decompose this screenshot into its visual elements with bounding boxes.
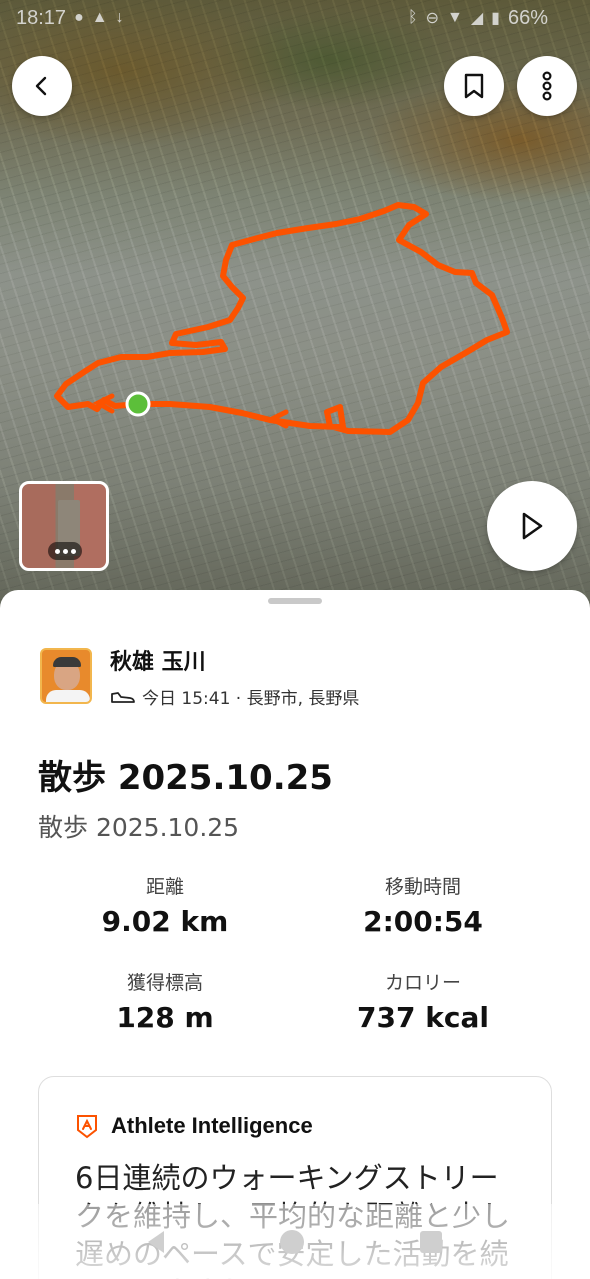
wifi-icon: ▼: [447, 9, 463, 26]
activity-description: 散歩 2025.10.25: [38, 813, 240, 842]
athlete-intelligence-icon: [77, 1115, 97, 1139]
status-bar: 18:17 ● ▲ ↓ ᛒ ⊖ ▼ ◢ ▮ 66%: [0, 0, 590, 36]
photo-count-indicator: [48, 542, 82, 560]
ai-card-title: Athlete Intelligence: [111, 1113, 313, 1138]
avatar-hair: [53, 657, 81, 667]
signal-icon: ◢: [470, 10, 484, 27]
bookmark-button[interactable]: [444, 56, 504, 116]
athlete-header[interactable]: 秋雄 玉川 今日 15:41 · 長野市, 長野県: [40, 648, 359, 709]
stat-elevation-gain: 獲得標高 128 m: [40, 968, 290, 1034]
stat-distance: 距離 9.02 km: [40, 872, 290, 938]
activity-meta-text: 今日 15:41 · 長野市, 長野県: [142, 689, 360, 709]
warning-icon: ▲: [91, 9, 108, 26]
route-map[interactable]: 18:17 ● ▲ ↓ ᛒ ⊖ ▼ ◢ ▮ 66%: [0, 0, 590, 610]
alert-icon: ●: [74, 9, 84, 26]
bluetooth-icon: ᛒ: [407, 9, 418, 26]
stat-label: 距離: [145, 876, 184, 898]
stat-value: 128 m: [116, 1001, 214, 1034]
avatar-shirt: [46, 690, 90, 702]
sheet-drag-handle[interactable]: [268, 598, 322, 604]
activity-route: [54, 202, 510, 435]
nav-home-icon[interactable]: [280, 1229, 304, 1254]
athlete-info: 秋雄 玉川 今日 15:41 · 長野市, 長野県: [110, 648, 359, 709]
stat-label: 移動時間: [384, 876, 461, 898]
stat-calories: カロリー 737 kcal: [298, 968, 548, 1034]
stat-value: 2:00:54: [363, 905, 483, 938]
nav-back-icon[interactable]: [148, 1230, 164, 1253]
ai-card-header: Athlete Intelligence: [75, 1113, 313, 1139]
dnd-icon: ⊖: [425, 10, 439, 27]
stat-value: 9.02 km: [101, 905, 229, 938]
download-icon: ↓: [115, 9, 124, 26]
athlete-name[interactable]: 秋雄 玉川: [110, 648, 359, 678]
stat-label: 獲得標高: [126, 972, 203, 994]
bookmark-icon: [464, 73, 484, 99]
stat-label: カロリー: [384, 972, 461, 994]
stat-value: 737 kcal: [357, 1001, 489, 1034]
battery-icon: ▮: [491, 10, 500, 27]
stat-moving-time: 移動時間 2:00:54: [298, 872, 548, 938]
more-options-button[interactable]: [517, 56, 577, 116]
photo-thumbnail[interactable]: [19, 481, 109, 571]
activity-sheet: 秋雄 玉川 今日 15:41 · 長野市, 長野県 散歩 2025.10.25 …: [0, 590, 590, 1279]
shoe-icon: [111, 691, 135, 703]
system-navigation-bar: [0, 1204, 590, 1279]
activity-meta: 今日 15:41 · 長野市, 長野県: [110, 684, 359, 709]
activity-title: 散歩 2025.10.25: [38, 758, 333, 798]
more-vertical-icon: [542, 71, 552, 101]
play-icon: [522, 512, 543, 540]
chevron-left-icon: [35, 76, 47, 96]
battery-level: 66%: [507, 6, 548, 29]
status-time: 18:17: [16, 6, 67, 29]
back-button[interactable]: [12, 56, 72, 116]
start-marker: [125, 391, 151, 417]
play-flyover-button[interactable]: [487, 481, 577, 571]
nav-recents-icon[interactable]: [420, 1230, 442, 1253]
avatar[interactable]: [40, 648, 92, 704]
